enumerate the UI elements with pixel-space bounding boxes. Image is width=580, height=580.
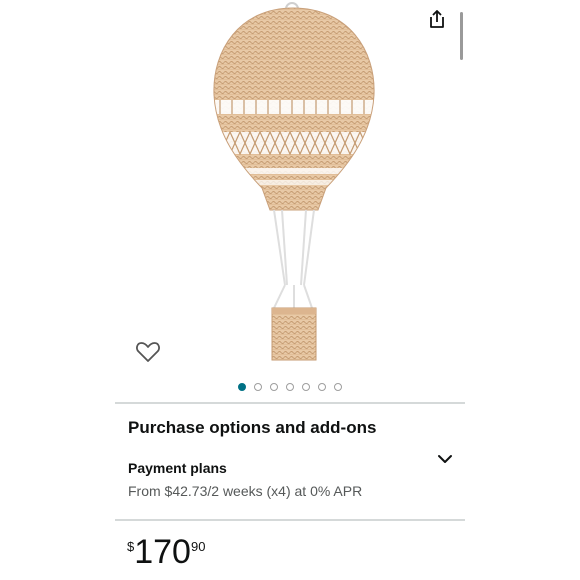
payment-plans-label: Payment plans [128,460,227,476]
background-right [465,0,580,580]
carousel-dot[interactable] [254,383,262,391]
scrollbar[interactable] [460,12,463,60]
carousel-dot[interactable] [334,383,342,391]
share-button[interactable] [426,8,448,30]
divider [115,519,465,521]
price: $ 170 90 [127,533,205,571]
carousel-dot[interactable] [318,383,326,391]
share-icon [430,10,444,28]
price-fraction: 90 [190,539,206,554]
price-whole: 170 [134,533,191,571]
carousel-dot[interactable] [238,383,246,391]
background-left [0,0,115,580]
carousel-dot[interactable] [270,383,278,391]
chevron-down-icon [438,455,452,463]
product-image[interactable] [200,0,390,370]
expand-payment-plans-button[interactable] [436,451,454,467]
purchase-options-heading: Purchase options and add-ons [128,418,377,437]
carousel-dot[interactable] [302,383,310,391]
price-currency-symbol: $ [127,539,135,554]
heart-outline-icon [136,342,160,362]
carousel-dot[interactable] [286,383,294,391]
divider [115,402,465,404]
wishlist-button[interactable] [135,340,161,364]
payment-plans-detail: From $42.73/2 weeks (x4) at 0% APR [128,483,363,499]
phone-screen: Purchase options and add-ons Payment pla… [115,0,465,580]
image-carousel-indicators [115,383,465,395]
